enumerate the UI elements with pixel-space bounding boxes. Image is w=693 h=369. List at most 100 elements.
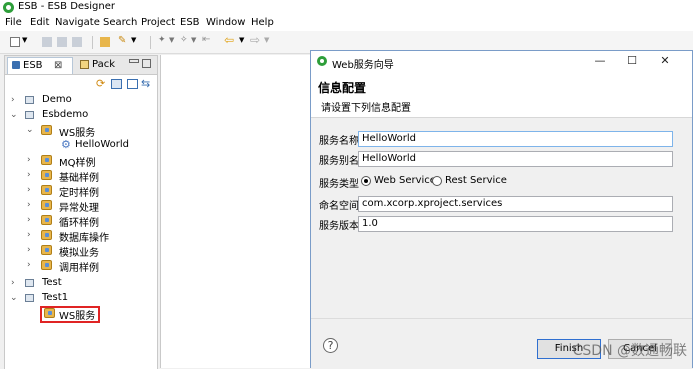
chevron-right-icon[interactable]: › xyxy=(11,95,15,105)
pin-icon[interactable]: ⇤ xyxy=(202,34,212,45)
maximize-icon[interactable] xyxy=(142,59,151,68)
chevron-right-icon[interactable]: › xyxy=(11,278,15,288)
dropdown-arrow-icon[interactable]: ▼ xyxy=(239,36,244,44)
tree-item-basic-samples[interactable]: › 基础样例 xyxy=(5,168,155,184)
menu-navigate[interactable]: Navigate xyxy=(55,17,100,28)
service-version-input[interactable]: 1.0 xyxy=(358,216,673,232)
collapse-all-icon[interactable] xyxy=(127,79,138,89)
new-icon[interactable] xyxy=(10,37,20,47)
tree-item-helloworld[interactable]: ⚙ HelloWorld xyxy=(5,138,155,153)
namespace-input[interactable]: com.xcorp.xproject.services xyxy=(358,196,673,212)
close-icon[interactable]: ⊠ xyxy=(54,60,62,71)
web-service-radio[interactable] xyxy=(361,176,371,186)
toolbar-separator xyxy=(92,36,93,49)
package-icon xyxy=(41,215,52,225)
edit-icon[interactable]: ✦ xyxy=(158,35,168,45)
menu-window[interactable]: Window xyxy=(206,17,245,28)
chevron-right-icon[interactable]: › xyxy=(27,185,31,195)
menu-edit[interactable]: Edit xyxy=(30,17,49,28)
chevron-down-icon[interactable]: ⌄ xyxy=(26,125,34,135)
dropdown-arrow-icon[interactable]: ▼ xyxy=(169,36,174,44)
package-icon xyxy=(80,60,89,69)
tree-item-label: HelloWorld xyxy=(75,139,130,150)
project-icon xyxy=(25,294,34,302)
chevron-down-icon[interactable]: ⌄ xyxy=(10,110,18,120)
dropdown-arrow-icon[interactable]: ▼ xyxy=(22,36,27,44)
tree-item-test1[interactable]: ⌄ Test1 xyxy=(5,291,155,306)
chevron-right-icon[interactable]: › xyxy=(27,245,31,255)
tab-esb-label: ESB xyxy=(23,60,43,71)
tree-item-mock-business[interactable]: › 模拟业务 xyxy=(5,243,155,259)
dialog-title-bar: Web服务向导 — ☐ ✕ xyxy=(311,51,692,71)
tree-item-label: 循环样例 xyxy=(59,218,99,229)
minimize-icon[interactable] xyxy=(129,59,139,63)
tree-item-timer-samples[interactable]: › 定时样例 xyxy=(5,183,155,199)
rest-service-radio-label[interactable]: Rest Service xyxy=(445,175,507,186)
menu-search[interactable]: Search xyxy=(103,17,137,28)
tree-item-ws-service[interactable]: ⌄ WS服务 xyxy=(5,123,155,139)
help-icon[interactable]: ? xyxy=(323,338,338,353)
chevron-right-icon[interactable]: › xyxy=(27,260,31,270)
menu-help[interactable]: Help xyxy=(251,17,274,28)
namespace-label: 命名空间 xyxy=(319,201,359,212)
print-icon[interactable] xyxy=(72,37,82,47)
back-icon[interactable]: ⇦ xyxy=(224,33,234,47)
service-alias-input[interactable]: HelloWorld xyxy=(358,151,673,167)
chevron-right-icon[interactable]: › xyxy=(27,200,31,210)
package-icon xyxy=(41,170,52,180)
tab-pack-label: Pack xyxy=(92,59,115,70)
tree-item-demo[interactable]: › Demo xyxy=(5,93,155,108)
package-icon xyxy=(41,125,52,135)
tree-item-mq-samples[interactable]: › MQ样例 xyxy=(5,153,155,169)
save-all-icon[interactable] xyxy=(57,37,67,47)
chevron-right-icon[interactable]: › xyxy=(27,170,31,180)
package-icon xyxy=(41,260,52,270)
sync-icon[interactable]: ⇆ xyxy=(141,77,150,90)
link-icon[interactable] xyxy=(111,79,122,89)
tree-item-label: 模拟业务 xyxy=(59,248,99,259)
dropdown-arrow-icon[interactable]: ▼ xyxy=(131,36,136,44)
menu-esb[interactable]: ESB xyxy=(180,17,200,28)
forward-icon[interactable]: ⇨ xyxy=(250,33,260,47)
wand-icon[interactable]: ✎ xyxy=(118,35,128,46)
project-icon xyxy=(25,96,34,104)
rest-service-radio[interactable] xyxy=(432,176,442,186)
service-name-label: 服务名称 xyxy=(319,136,359,147)
tree-item-invoke-samples[interactable]: › 调用样例 xyxy=(5,258,155,274)
tree-item-label: 调用样例 xyxy=(59,263,99,274)
web-service-wizard-dialog: Web服务向导 — ☐ ✕ 信息配置 请设置下列信息配置 服务名称 HelloW… xyxy=(310,50,693,368)
package-icon xyxy=(41,245,52,255)
tree-item-loop-samples[interactable]: › 循环样例 xyxy=(5,213,155,229)
dialog-form: 服务名称 HelloWorld 服务别名 HelloWorld 服务类型 Web… xyxy=(311,118,692,318)
tree-item-label: Demo xyxy=(42,94,72,105)
tree-item-esbdemo[interactable]: ⌄ Esbdemo xyxy=(5,108,155,123)
dropdown-arrow-icon[interactable]: ▼ xyxy=(264,36,269,44)
save-icon[interactable] xyxy=(42,37,52,47)
chevron-down-icon[interactable]: ⌄ xyxy=(10,293,18,303)
web-service-radio-label[interactable]: Web Service xyxy=(374,175,436,186)
tree-item-database-ops[interactable]: › 数据库操作 xyxy=(5,228,155,244)
service-name-input[interactable]: HelloWorld xyxy=(358,131,673,147)
tree-item-exception-handling[interactable]: › 异常处理 xyxy=(5,198,155,214)
tree-item-test[interactable]: › Test xyxy=(5,276,155,291)
dropdown-arrow-icon[interactable]: ▼ xyxy=(191,36,196,44)
app-logo-icon xyxy=(317,56,327,66)
dialog-header: 信息配置 请设置下列信息配置 xyxy=(311,71,692,118)
maximize-icon[interactable]: ☐ xyxy=(622,54,642,68)
package-icon xyxy=(41,200,52,210)
menu-file[interactable]: File xyxy=(5,17,22,28)
esb-icon xyxy=(12,61,20,69)
pin-icon[interactable]: ✧ xyxy=(180,35,190,45)
tab-esb[interactable]: ESB ⊠ xyxy=(7,57,73,74)
chevron-right-icon[interactable]: › xyxy=(27,155,31,165)
chevron-right-icon[interactable]: › xyxy=(27,215,31,225)
menu-project[interactable]: Project xyxy=(141,17,175,28)
dialog-heading: 信息配置 xyxy=(318,81,367,95)
refresh-icon[interactable]: ⟳ xyxy=(96,77,105,90)
package-icon xyxy=(41,185,52,195)
minimize-icon[interactable]: — xyxy=(590,54,610,68)
open-folder-icon[interactable] xyxy=(100,37,110,47)
tab-pack[interactable]: Pack xyxy=(77,59,125,73)
chevron-right-icon[interactable]: › xyxy=(27,230,31,240)
close-icon[interactable]: ✕ xyxy=(655,54,675,68)
